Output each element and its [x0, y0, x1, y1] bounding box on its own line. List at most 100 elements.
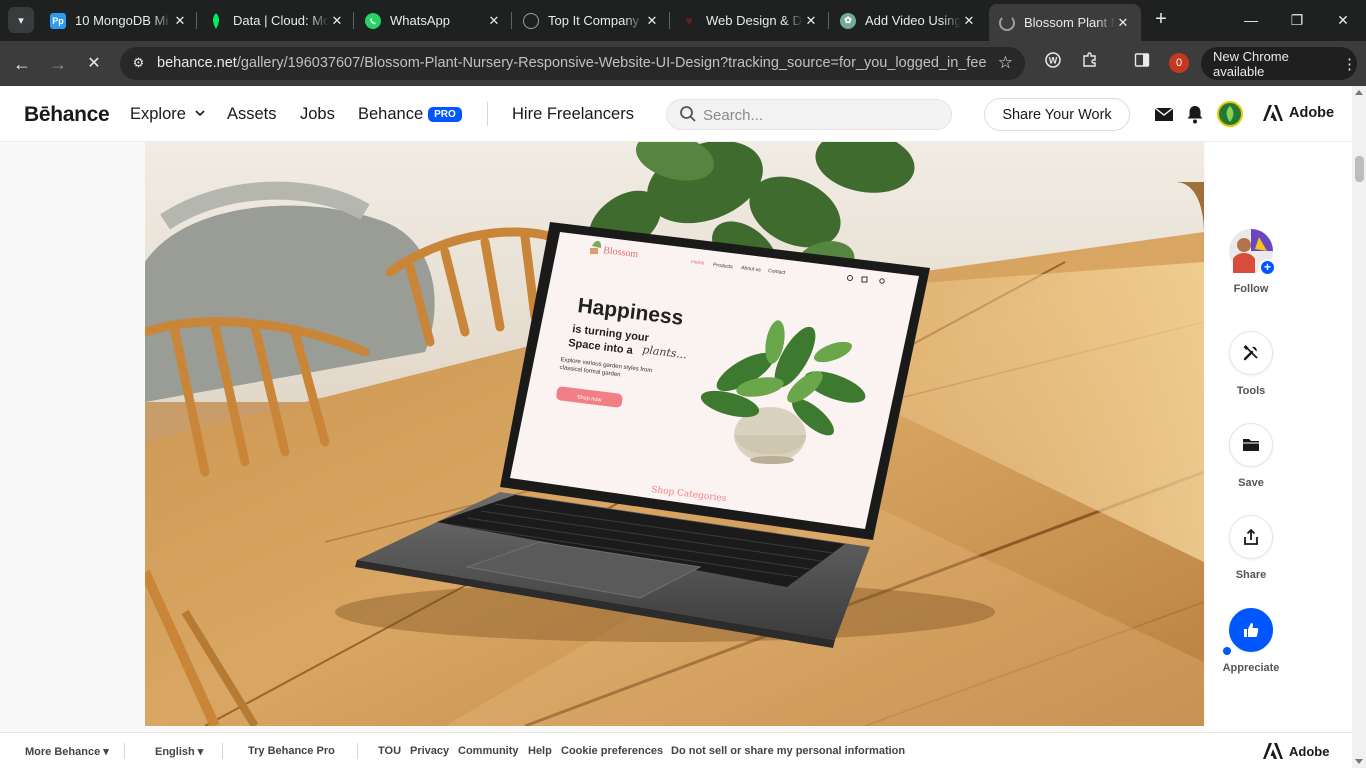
- search-box[interactable]: [666, 99, 952, 130]
- thumbs-up-icon: [1244, 623, 1259, 637]
- forward-button[interactable]: →: [46, 52, 70, 76]
- wordpress-extension-icon[interactable]: W: [1042, 52, 1064, 74]
- share-label: Share: [1235, 569, 1267, 581]
- share-button[interactable]: [1229, 515, 1273, 559]
- close-icon[interactable]: ✕: [486, 13, 502, 29]
- chrome-update-button[interactable]: New Chrome available ⋮: [1201, 47, 1357, 80]
- tab-web-design[interactable]: ♥ Web Design & D ✕: [671, 4, 829, 37]
- close-icon[interactable]: ✕: [1115, 15, 1131, 31]
- share-upload-icon: [1244, 528, 1258, 545]
- stop-loading-button[interactable]: ✕: [82, 52, 106, 76]
- footer-divider: [222, 743, 223, 759]
- user-avatar[interactable]: [1217, 101, 1243, 127]
- nav-behance-pro[interactable]: Behance PRO: [358, 105, 462, 124]
- share-action[interactable]: Share: [1216, 515, 1286, 581]
- footer-help[interactable]: Help: [528, 745, 552, 757]
- window-close-button[interactable]: ✕: [1329, 8, 1357, 32]
- scrollbar-thumb[interactable]: [1355, 156, 1364, 182]
- side-panel-icon[interactable]: [1131, 52, 1153, 74]
- messages-mail-icon[interactable]: [1153, 103, 1175, 125]
- tab-separator: [196, 12, 197, 29]
- tools-action[interactable]: Tools: [1216, 331, 1286, 397]
- adobe-footer-label: Adobe: [1289, 743, 1330, 759]
- url-host: behance.net: [157, 55, 237, 71]
- avatar-leaf-icon: [1226, 106, 1234, 122]
- footer-cookie-preferences[interactable]: Cookie preferences: [561, 745, 663, 757]
- footer-do-not-sell[interactable]: Do not sell or share my personal informa…: [671, 745, 905, 757]
- tools-label: Tools: [1236, 385, 1266, 397]
- behance-logo[interactable]: Bēhance: [24, 103, 110, 127]
- appreciate-indicator-dot: [1223, 647, 1231, 655]
- close-icon[interactable]: ✕: [329, 13, 345, 29]
- nav-hire-freelancers[interactable]: Hire Freelancers: [512, 105, 634, 124]
- globe-icon: [523, 12, 539, 29]
- url-text[interactable]: behance.net/gallery/196037607/Blossom-Pl…: [157, 55, 987, 71]
- caret-down-icon: ▾: [197, 746, 204, 758]
- footer-divider: [124, 743, 125, 759]
- tab-blossom-active[interactable]: Blossom Plant N ✕: [989, 4, 1141, 41]
- owner-avatar[interactable]: +: [1229, 229, 1276, 276]
- footer-more-label: More Behance: [25, 746, 101, 758]
- close-icon[interactable]: ✕: [644, 13, 660, 29]
- scroll-down-arrow-icon[interactable]: [1355, 759, 1363, 764]
- footer-try-pro[interactable]: Try Behance Pro: [248, 745, 335, 757]
- save-action[interactable]: Save: [1216, 423, 1286, 489]
- whatsapp-icon: [365, 12, 381, 29]
- tab-separator: [828, 12, 829, 29]
- mongodb-leaf-icon: [208, 12, 224, 29]
- nav-explore[interactable]: Explore: [130, 105, 205, 124]
- profile-badge[interactable]: 0: [1169, 53, 1189, 73]
- new-tab-button[interactable]: +: [1150, 9, 1172, 31]
- follow-action[interactable]: + Follow: [1216, 229, 1286, 295]
- tab-title: Web Design & D: [706, 13, 802, 28]
- tab-title: Blossom Plant N: [1024, 15, 1115, 30]
- tab-search-button[interactable]: ▾: [8, 7, 34, 33]
- footer-privacy[interactable]: Privacy: [410, 745, 449, 757]
- search-icon: [680, 106, 696, 122]
- adobe-logo-icon: [1263, 743, 1283, 759]
- bookmark-star-icon[interactable]: ☆: [998, 53, 1013, 73]
- appreciate-button[interactable]: [1229, 608, 1273, 652]
- footer-language[interactable]: English ▾: [155, 745, 203, 758]
- footer-tou[interactable]: TOU: [378, 745, 401, 757]
- tab-separator: [353, 12, 354, 29]
- minimize-button[interactable]: —: [1237, 8, 1265, 32]
- search-input[interactable]: [703, 105, 933, 125]
- tab-whatsapp[interactable]: WhatsApp ✕: [355, 4, 512, 37]
- nav-jobs[interactable]: Jobs: [300, 105, 335, 124]
- tab-top-it-company[interactable]: Top It Company ✕: [513, 4, 670, 37]
- tab-title: 10 MongoDB Mi: [75, 13, 169, 28]
- notifications-bell-icon[interactable]: [1184, 103, 1206, 125]
- footer-more-behance[interactable]: More Behance ▾: [25, 745, 109, 758]
- tab-add-video[interactable]: ✿ Add Video Using ✕: [830, 4, 987, 37]
- close-icon[interactable]: ✕: [803, 13, 819, 29]
- address-bar[interactable]: ⚙ behance.net/gallery/196037607/Blossom-…: [120, 47, 1025, 80]
- back-button[interactable]: ←: [10, 52, 34, 76]
- follow-plus-icon[interactable]: +: [1259, 259, 1276, 276]
- appreciate-action[interactable]: Appreciate: [1216, 608, 1286, 674]
- scroll-up-arrow-icon[interactable]: [1355, 90, 1363, 95]
- more-menu-icon[interactable]: ⋮: [1342, 55, 1357, 73]
- close-icon[interactable]: ✕: [961, 13, 977, 29]
- save-button[interactable]: [1229, 423, 1273, 467]
- page-scrollbar[interactable]: [1352, 86, 1366, 768]
- adobe-footer-link[interactable]: Adobe: [1263, 743, 1329, 759]
- tab-mongodb-cloud[interactable]: Data | Cloud: Mo ✕: [198, 4, 355, 37]
- adobe-header-link[interactable]: Adobe: [1263, 105, 1334, 121]
- tab-mongodb-article[interactable]: Pp 10 MongoDB Mi ✕: [40, 4, 198, 37]
- tools-icon: [1243, 345, 1258, 361]
- tab-separator: [511, 12, 512, 29]
- footer-community[interactable]: Community: [458, 745, 519, 757]
- footer-divider: [357, 743, 358, 759]
- extensions-puzzle-icon[interactable]: [1079, 52, 1101, 74]
- restore-button[interactable]: ❐: [1283, 8, 1311, 32]
- tab-title: WhatsApp: [390, 13, 450, 28]
- site-info-icon[interactable]: ⚙: [130, 55, 147, 72]
- project-hero-image[interactable]: Blossom Home Products About us Contact H…: [145, 142, 1204, 726]
- pp-favicon-icon: Pp: [50, 12, 66, 29]
- chevron-down-icon: [194, 110, 205, 117]
- nav-assets[interactable]: Assets: [227, 105, 277, 124]
- tools-button[interactable]: [1229, 331, 1273, 375]
- close-icon[interactable]: ✕: [172, 13, 188, 29]
- share-your-work-button[interactable]: Share Your Work: [984, 98, 1130, 131]
